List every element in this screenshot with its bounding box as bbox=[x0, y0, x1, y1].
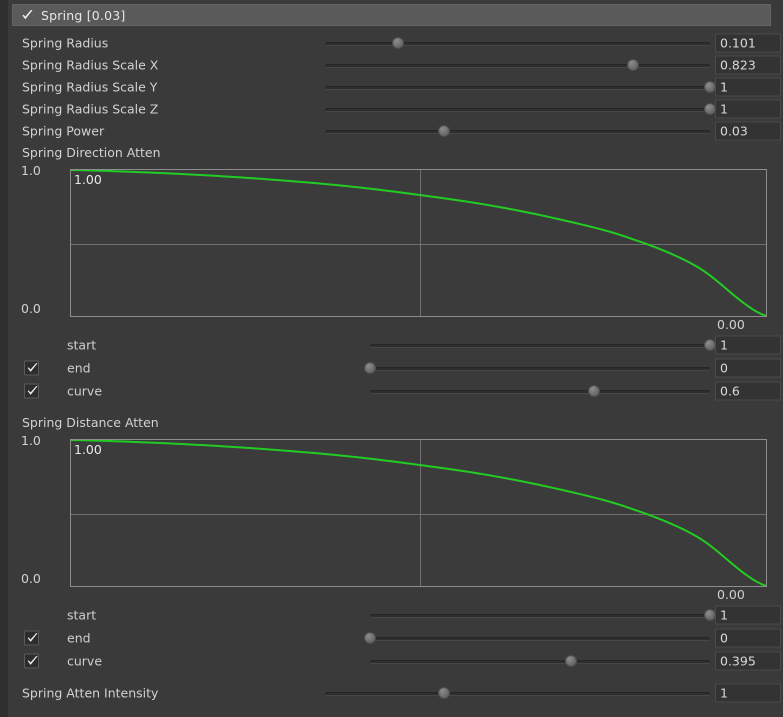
spring-atten-intensity-value[interactable]: 1 bbox=[715, 683, 781, 703]
slider-spring-power[interactable] bbox=[325, 124, 710, 138]
row-label: curve bbox=[67, 653, 103, 669]
row-start: start 1 bbox=[0, 334, 783, 356]
slider-knob[interactable] bbox=[438, 125, 451, 137]
slider-knob[interactable] bbox=[588, 385, 601, 397]
row-start: start 1 bbox=[0, 604, 783, 626]
slider-track[interactable] bbox=[370, 614, 710, 618]
spring-atten-intensity-slider[interactable] bbox=[325, 686, 710, 700]
row-end: end 0 bbox=[0, 627, 783, 649]
row-end: end 0 bbox=[0, 357, 783, 379]
row-label: Spring Radius Scale Z bbox=[22, 101, 159, 117]
slider-track[interactable] bbox=[370, 367, 710, 371]
slider-track[interactable] bbox=[325, 692, 710, 696]
attenuation-graph-1[interactable]: 1.0 0.0 1.00 0.00 bbox=[0, 163, 783, 333]
checkbox-end[interactable] bbox=[24, 630, 39, 646]
row-label: Spring Radius bbox=[22, 35, 109, 51]
value-end[interactable]: 0 bbox=[715, 358, 781, 378]
slider-track[interactable] bbox=[325, 86, 710, 90]
slider-start[interactable] bbox=[370, 338, 716, 352]
slider-spring-radius[interactable] bbox=[325, 36, 710, 50]
slider-start[interactable] bbox=[370, 608, 716, 622]
slider-knob[interactable] bbox=[564, 655, 577, 667]
value-spring-radius[interactable]: 0.101 bbox=[715, 33, 781, 53]
slider-track[interactable] bbox=[370, 637, 710, 641]
row-curve: curve 0.395 bbox=[0, 650, 783, 672]
row-label: start bbox=[67, 337, 97, 353]
checkbox-curve[interactable] bbox=[24, 383, 39, 399]
slider-track[interactable] bbox=[325, 64, 710, 68]
row-label: curve bbox=[67, 383, 103, 399]
graph-plot-area[interactable]: 1.00 bbox=[70, 439, 767, 587]
y-axis-bottom-label: 0.0 bbox=[21, 301, 41, 316]
value-spring-radius-scale-y[interactable]: 1 bbox=[715, 77, 781, 97]
slider-track[interactable] bbox=[325, 42, 710, 46]
row-label: Spring Atten Intensity bbox=[22, 685, 159, 701]
value-start[interactable]: 1 bbox=[715, 335, 781, 355]
checkbox-end[interactable] bbox=[24, 360, 39, 376]
value-spring-radius-scale-x[interactable]: 0.823 bbox=[715, 55, 781, 75]
row-label: end bbox=[67, 630, 91, 646]
row-label: Spring Power bbox=[22, 123, 105, 139]
value-curve[interactable]: 0.6 bbox=[715, 381, 781, 401]
slider-spring-radius-scale-z[interactable] bbox=[325, 102, 716, 116]
attenuation-curve-line bbox=[71, 440, 766, 586]
slider-track[interactable] bbox=[370, 390, 710, 394]
attenuation-graph-2[interactable]: 1.0 0.0 1.00 0.00 bbox=[0, 433, 783, 603]
value-spring-power[interactable]: 0.03 bbox=[715, 121, 781, 141]
curve-end-value-label: 0.00 bbox=[717, 317, 745, 332]
row-label: start bbox=[67, 607, 97, 623]
curve-start-value-label: 1.00 bbox=[74, 442, 102, 457]
row-spring-radius: Spring Radius 0.101 bbox=[0, 32, 783, 54]
spring-section-title: Spring [0.03] bbox=[41, 7, 126, 23]
slider-end[interactable] bbox=[364, 631, 710, 645]
row-spring-radius-scale-x: Spring Radius Scale X 0.823 bbox=[0, 54, 783, 76]
slider-curve[interactable] bbox=[370, 654, 710, 668]
value-end[interactable]: 0 bbox=[715, 628, 781, 648]
slider-track[interactable] bbox=[370, 660, 710, 664]
value-curve[interactable]: 0.395 bbox=[715, 651, 781, 671]
section-title-2: Spring Distance Atten bbox=[22, 415, 159, 430]
check-icon[interactable] bbox=[21, 9, 34, 22]
checkbox-curve[interactable] bbox=[24, 653, 39, 669]
spring-section-header[interactable]: Spring [0.03] bbox=[12, 4, 771, 26]
value-start[interactable]: 1 bbox=[715, 605, 781, 625]
value-spring-radius-scale-z[interactable]: 1 bbox=[715, 99, 781, 119]
curve-end-value-label: 0.00 bbox=[717, 587, 745, 602]
slider-knob[interactable] bbox=[364, 362, 376, 374]
row-label: Spring Radius Scale X bbox=[22, 57, 159, 73]
graph-plot-area[interactable]: 1.00 bbox=[70, 169, 767, 317]
y-axis-bottom-label: 0.0 bbox=[21, 571, 41, 586]
slider-track[interactable] bbox=[370, 344, 710, 348]
slider-knob[interactable] bbox=[627, 59, 639, 71]
slider-knob[interactable] bbox=[364, 632, 376, 644]
curve-start-value-label: 1.00 bbox=[74, 172, 102, 187]
y-axis-top-label: 1.0 bbox=[21, 433, 41, 448]
row-label: Spring Radius Scale Y bbox=[22, 79, 158, 95]
slider-track[interactable] bbox=[325, 130, 710, 134]
slider-spring-radius-scale-y[interactable] bbox=[325, 80, 716, 94]
slider-spring-radius-scale-x[interactable] bbox=[325, 58, 710, 72]
spring-settings-panel: Spring [0.03] Spring Radius 0.101 Spring R… bbox=[0, 0, 783, 717]
row-spring-power: Spring Power 0.03 bbox=[0, 120, 783, 142]
slider-knob[interactable] bbox=[438, 687, 451, 699]
slider-curve[interactable] bbox=[370, 384, 710, 398]
slider-end[interactable] bbox=[364, 361, 710, 375]
curve-svg bbox=[71, 440, 766, 586]
row-label: end bbox=[67, 360, 91, 376]
y-axis-top-label: 1.0 bbox=[21, 163, 41, 178]
slider-knob[interactable] bbox=[392, 37, 405, 49]
row-curve: curve 0.6 bbox=[0, 380, 783, 402]
slider-track[interactable] bbox=[325, 108, 710, 112]
section-title-1: Spring Direction Atten bbox=[22, 145, 161, 160]
curve-svg bbox=[71, 170, 766, 316]
row-spring-radius-scale-y: Spring Radius Scale Y 1 bbox=[0, 76, 783, 98]
row-spring-radius-scale-z: Spring Radius Scale Z 1 bbox=[0, 98, 783, 120]
row-spring-atten-intensity: Spring Atten Intensity 1 bbox=[0, 682, 783, 704]
attenuation-curve-line bbox=[71, 170, 766, 316]
